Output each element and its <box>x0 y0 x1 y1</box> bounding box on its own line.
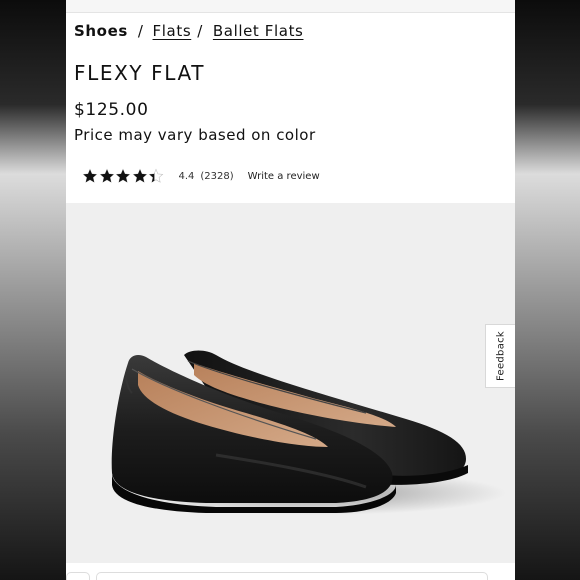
star-icon <box>148 168 164 183</box>
product-title: FLEXY FLAT <box>74 61 206 85</box>
rating-summary[interactable]: 4.4 (2328) Write a review <box>82 166 320 186</box>
write-review-link[interactable]: Write a review <box>248 171 320 182</box>
product-image[interactable] <box>66 203 515 563</box>
breadcrumb-item-flats[interactable]: Flats <box>153 22 192 40</box>
breadcrumb-separator: / <box>197 22 203 40</box>
rating-value: 4.4 <box>178 170 195 182</box>
breadcrumb-item-ballet-flats[interactable]: Ballet Flats <box>213 22 304 40</box>
feedback-tab[interactable]: Feedback <box>485 324 515 388</box>
breadcrumb-separator: / <box>137 22 144 40</box>
top-bar <box>66 0 515 13</box>
feedback-label: Feedback <box>495 330 506 382</box>
star-icon <box>82 168 98 183</box>
breadcrumb: Shoes / Flats / Ballet Flats <box>74 20 303 42</box>
bottom-button[interactable] <box>66 572 90 580</box>
product-page: Shoes / Flats / Ballet Flats FLEXY FLAT … <box>66 0 515 580</box>
star-icon <box>99 168 114 183</box>
product-price: $125.00 <box>74 100 149 120</box>
star-icon <box>132 168 147 183</box>
background-right <box>515 0 580 580</box>
background-left <box>0 0 66 580</box>
breadcrumb-item-shoes[interactable]: Shoes <box>74 22 128 40</box>
bottom-field[interactable] <box>96 572 488 580</box>
star-icon <box>115 168 131 183</box>
price-note: Price may vary based on color <box>74 126 316 144</box>
star-rating <box>82 168 165 184</box>
rating-count[interactable]: (2328) <box>200 171 233 182</box>
black-ballet-flats-photo <box>111 350 506 515</box>
